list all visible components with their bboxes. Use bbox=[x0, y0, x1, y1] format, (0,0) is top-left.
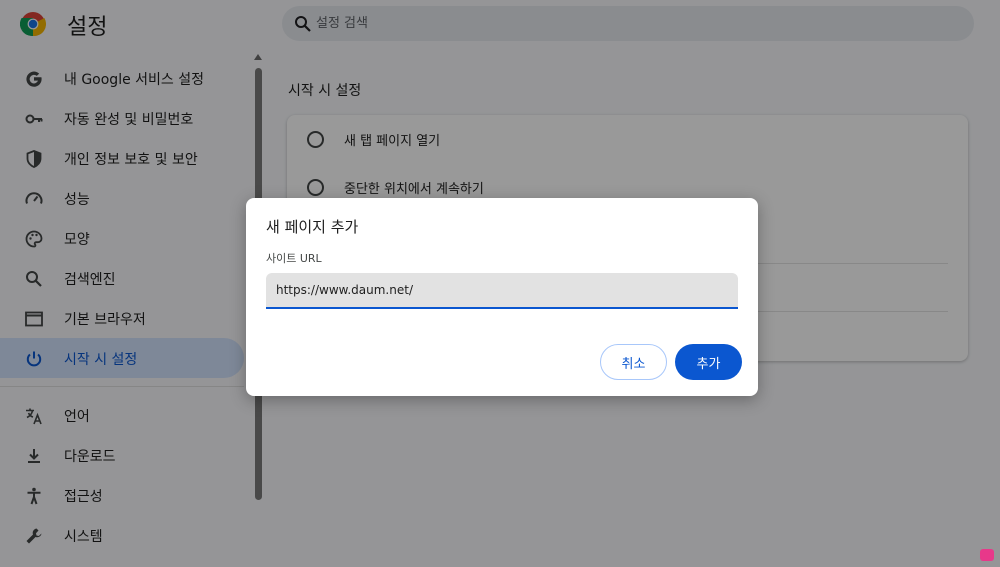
dialog-title: 새 페이지 추가 bbox=[266, 218, 359, 236]
add-page-dialog: 새 페이지 추가 사이트 URL 취소 추가 bbox=[246, 198, 758, 396]
cancel-button[interactable]: 취소 bbox=[600, 344, 667, 380]
site-url-label: 사이트 URL bbox=[266, 252, 322, 265]
add-button[interactable]: 추가 bbox=[675, 344, 742, 380]
system-tray-badge-icon bbox=[980, 549, 994, 561]
site-url-field[interactable] bbox=[266, 273, 738, 309]
site-url-input[interactable] bbox=[276, 273, 726, 307]
